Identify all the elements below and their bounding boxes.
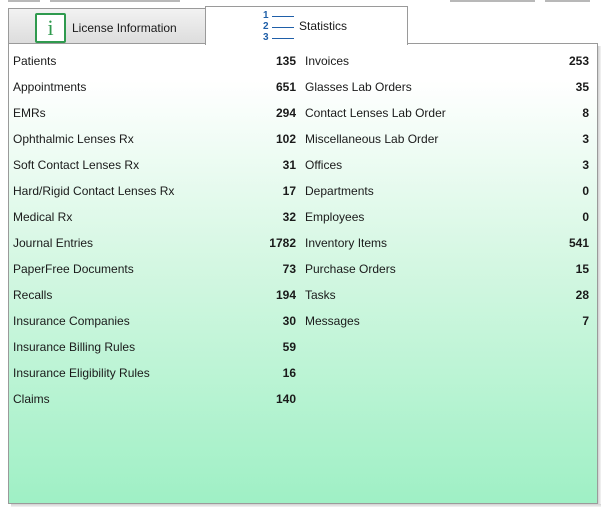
statistics-panel: Patients 135 Appointments 651 EMRs 294 Ophthal… (8, 43, 598, 504)
stat-label: Inventory Items (305, 236, 388, 250)
stat-row-claims: Claims 140 (13, 391, 296, 417)
stat-row-patients: Patients 135 (13, 53, 296, 79)
stat-row-messages: Messages 7 (305, 313, 589, 339)
tab-statistics[interactable]: 1 2 3 Statistics (205, 6, 408, 45)
stat-row-ophthalmic-lenses-rx: Ophthalmic Lenses Rx 102 (13, 131, 296, 157)
tab-strip: i License Information 1 2 3 Statistics (8, 6, 608, 45)
stat-label: PaperFree Documents (13, 262, 134, 276)
stat-value: 1782 (269, 236, 296, 250)
stat-label: Insurance Eligibility Rules (13, 366, 150, 380)
stat-value: 651 (275, 80, 296, 94)
stat-label: Appointments (13, 80, 87, 94)
stat-row-offices: Offices 3 (305, 157, 589, 183)
stat-label: Claims (13, 392, 50, 406)
stat-label: Tasks (305, 288, 336, 302)
stat-row-insurance-eligibility-rules: Insurance Eligibility Rules 16 (13, 365, 296, 391)
stat-label: EMRs (13, 106, 46, 120)
numbered-list-icon: 1 2 3 (263, 10, 297, 44)
stat-value: 31 (282, 158, 296, 172)
stat-row-glasses-lab-orders: Glasses Lab Orders 35 (305, 79, 589, 105)
stat-label: Journal Entries (13, 236, 94, 250)
stat-row-tasks: Tasks 28 (305, 287, 589, 313)
stat-row-insurance-companies: Insurance Companies 30 (13, 313, 296, 339)
stat-value: 135 (275, 54, 296, 68)
stat-label: Soft Contact Lenses Rx (13, 158, 140, 172)
stat-value: 3 (582, 132, 589, 146)
panel-shadow-bottom (11, 504, 601, 507)
top-divider-far-right (545, 0, 590, 2)
stat-row-contact-lenses-lab-order: Contact Lenses Lab Order 8 (305, 105, 589, 131)
stat-value: 35 (575, 80, 589, 94)
stat-value: 16 (282, 366, 296, 380)
stat-label: Glasses Lab Orders (305, 80, 412, 94)
stat-row-hard-rigid-contact-lenses-rx: Hard/Rigid Contact Lenses Rx 17 (13, 183, 296, 209)
stat-label: Messages (305, 314, 360, 328)
stat-row-emrs: EMRs 294 (13, 105, 296, 131)
stat-value: 102 (275, 132, 296, 146)
stat-label: Hard/Rigid Contact Lenses Rx (13, 184, 175, 198)
stat-value: 0 (582, 210, 589, 224)
stat-value: 17 (282, 184, 296, 198)
stat-value: 0 (582, 184, 589, 198)
stat-row-invoices: Invoices 253 (305, 53, 589, 79)
stat-label: Departments (305, 184, 374, 198)
stat-value: 7 (582, 314, 589, 328)
stat-label: Insurance Billing Rules (13, 340, 136, 354)
stat-row-inventory-items: Inventory Items 541 (305, 235, 589, 261)
stat-row-departments: Departments 0 (305, 183, 589, 209)
stat-value: 32 (282, 210, 296, 224)
stat-label: Insurance Companies (13, 314, 130, 328)
stat-value: 253 (568, 54, 589, 68)
tab-license-label: License Information (72, 21, 177, 35)
panel-shadow-right (598, 46, 601, 507)
stat-label: Patients (13, 54, 57, 68)
stat-row-miscellaneous-lab-order: Miscellaneous Lab Order 3 (305, 131, 589, 157)
stat-row-employees: Employees 0 (305, 209, 589, 235)
stat-row-paperfree-documents: PaperFree Documents 73 (13, 261, 296, 287)
stat-label: Medical Rx (13, 210, 73, 224)
stat-row-purchase-orders: Purchase Orders 15 (305, 261, 589, 287)
stat-value: 194 (275, 288, 296, 302)
stat-value: 59 (282, 340, 296, 354)
top-divider-left (8, 0, 40, 2)
stat-row-recalls: Recalls 194 (13, 287, 296, 313)
stat-label: Miscellaneous Lab Order (305, 132, 439, 146)
stat-row-soft-contact-lenses-rx: Soft Contact Lenses Rx 31 (13, 157, 296, 183)
top-divider-mid (50, 0, 180, 2)
top-divider-right (450, 0, 535, 2)
stat-row-appointments: Appointments 651 (13, 79, 296, 105)
stat-value: 28 (575, 288, 589, 302)
stat-value: 541 (568, 236, 589, 250)
stat-value: 3 (582, 158, 589, 172)
info-icon: i (35, 13, 66, 43)
stat-row-insurance-billing-rules: Insurance Billing Rules 59 (13, 339, 296, 365)
stat-row-journal-entries: Journal Entries 1782 (13, 235, 296, 261)
stat-label: Invoices (305, 54, 350, 68)
stat-value: 15 (575, 262, 589, 276)
stat-value: 294 (275, 106, 296, 120)
statistics-right-column: Invoices 253 Glasses Lab Orders 35 Contact L… (305, 53, 589, 339)
stat-value: 73 (282, 262, 296, 276)
stat-row-medical-rx: Medical Rx 32 (13, 209, 296, 235)
tab-license-information[interactable]: i License Information (8, 8, 206, 44)
statistics-left-column: Patients 135 Appointments 651 EMRs 294 Ophthal… (13, 53, 296, 417)
stat-value: 140 (275, 392, 296, 406)
stat-label: Purchase Orders (305, 262, 396, 276)
stat-label: Contact Lenses Lab Order (305, 106, 446, 120)
tab-statistics-label: Statistics (299, 19, 348, 33)
stat-value: 30 (282, 314, 296, 328)
stat-label: Ophthalmic Lenses Rx (13, 132, 134, 146)
stat-value: 8 (582, 106, 589, 120)
stat-label: Offices (305, 158, 343, 172)
stat-label: Employees (305, 210, 365, 224)
stat-label: Recalls (13, 288, 53, 302)
